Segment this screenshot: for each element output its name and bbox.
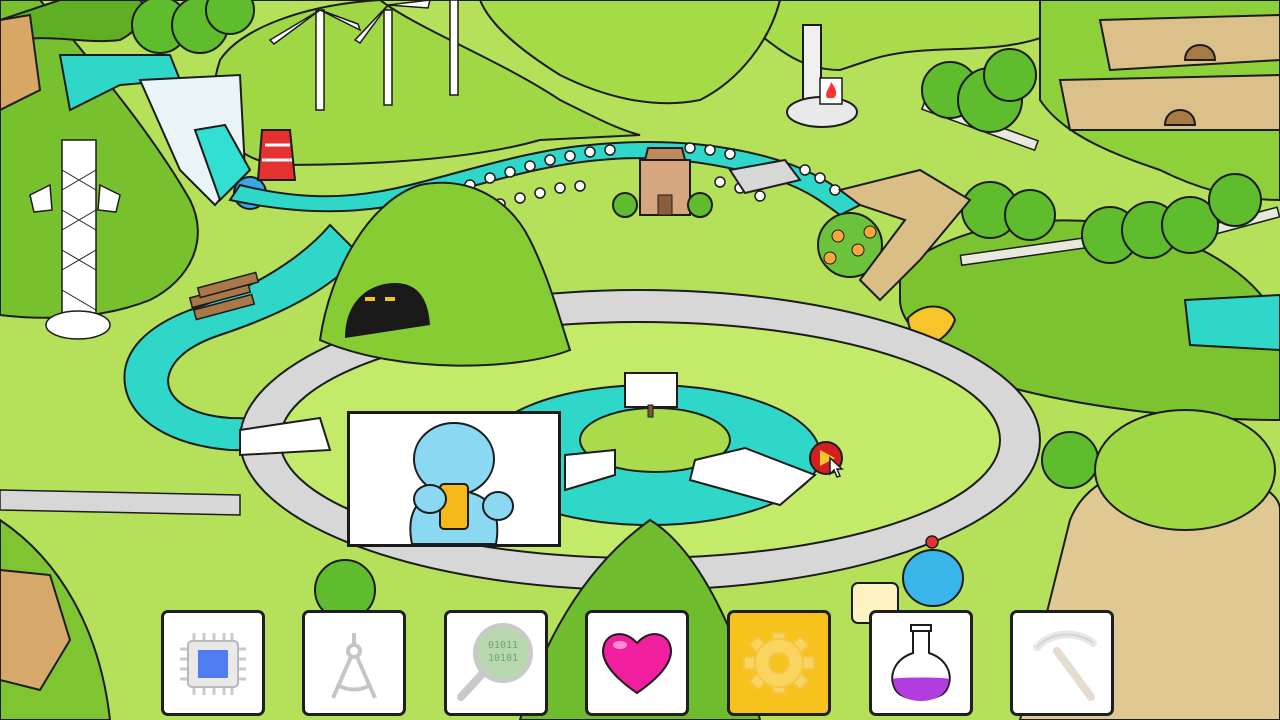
tool-slot-chip[interactable]: [161, 610, 265, 716]
flask-potion-icon: [891, 624, 951, 701]
tool-slot-compass[interactable]: [302, 610, 406, 716]
tool-slot-pickaxe[interactable]: [1010, 610, 1114, 716]
svg-text:01011: 01011: [488, 640, 518, 651]
tool-slot-gear[interactable]: [727, 610, 831, 716]
tool-slot-binary[interactable]: 01011 10101: [444, 610, 548, 716]
drafting-compass-icon: [331, 633, 377, 699]
svg-text:10101: 10101: [488, 653, 518, 664]
character-sign-panel[interactable]: [347, 411, 561, 547]
binary-magnifier-icon: 01011 10101: [457, 623, 533, 701]
gear-icon: [743, 632, 815, 694]
cpu-chip-icon: [180, 633, 246, 695]
world-map-scene: 01011 10101: [0, 0, 1280, 720]
pickaxe-icon: [1033, 630, 1097, 701]
tool-slot-potion[interactable]: [869, 610, 973, 716]
play-arrow-icon: [809, 441, 844, 478]
play-hotspot-button[interactable]: [808, 440, 848, 482]
heart-icon: [602, 633, 672, 695]
character-holding-card-icon: [409, 422, 514, 544]
tool-slot-heart[interactable]: [585, 610, 689, 716]
